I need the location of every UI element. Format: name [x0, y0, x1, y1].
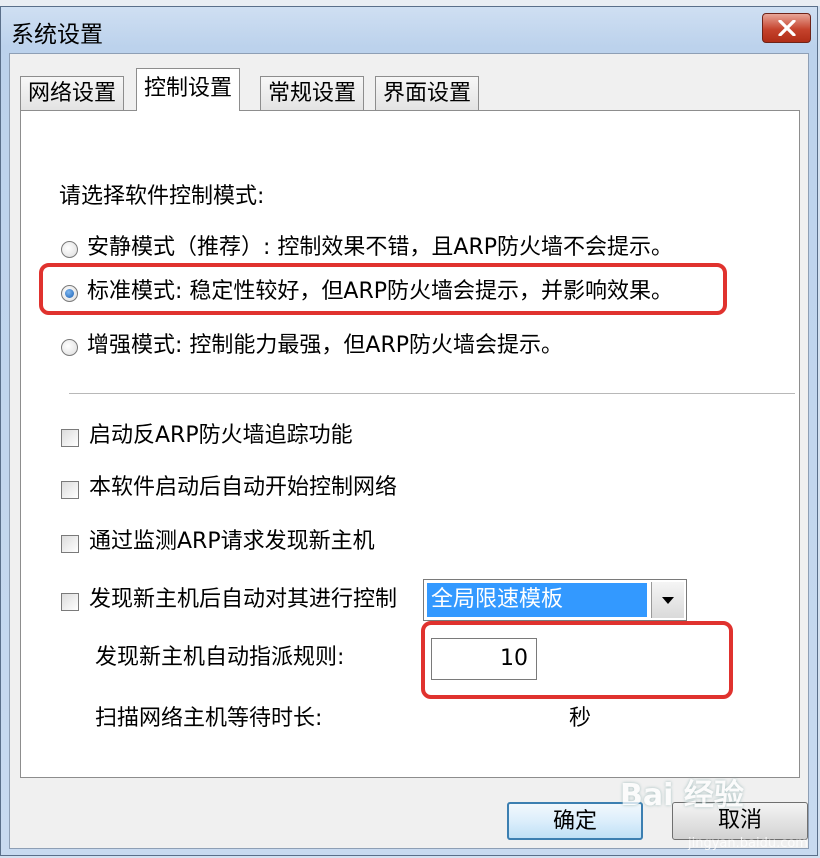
checkbox-auto-start-control-label[interactable]: 本软件启动后自动开始控制网络: [89, 474, 397, 502]
checkbox-anti-arp-tracking[interactable]: [61, 429, 79, 447]
radio-standard-mode-label[interactable]: 标准模式: 稳定性较好，但ARP防火墙会提示，并影响效果。: [87, 278, 673, 306]
settings-dialog: 系统设置 网络设置 控制设置 常规设置 界面设置 请选择软件控制模式: 安静模式…: [0, 6, 818, 856]
window-title: 系统设置: [11, 22, 103, 48]
tab-interface-settings[interactable]: 界面设置: [375, 76, 480, 110]
checkbox-arp-detect-hosts[interactable]: [61, 535, 79, 553]
tab-strip: 网络设置 控制设置 常规设置 界面设置: [20, 68, 800, 111]
baidu-watermark: Bai 经验: [620, 778, 744, 813]
title-bar[interactable]: 系统设置: [1, 7, 817, 53]
scan-wait-input[interactable]: 10: [431, 638, 537, 680]
radio-enhanced-mode-label[interactable]: 增强模式: 控制能力最强，但ARP防火墙会提示。: [87, 332, 563, 360]
checkbox-auto-control-new-hosts[interactable]: [61, 593, 79, 611]
tab-general-settings[interactable]: 常规设置: [260, 76, 365, 110]
control-settings-panel: 请选择软件控制模式: 安静模式（推荐）: 控制效果不错，且ARP防火墙不会提示。…: [20, 110, 800, 778]
radio-enhanced-mode[interactable]: [61, 339, 78, 356]
checkbox-auto-control-new-hosts-label[interactable]: 发现新主机后自动对其进行控制: [89, 586, 397, 614]
scan-wait-label: 扫描网络主机等待时长:: [95, 706, 323, 731]
checkbox-arp-detect-hosts-label[interactable]: 通过监测ARP请求发现新主机: [89, 528, 375, 556]
close-icon: [777, 20, 796, 36]
checkbox-auto-start-control[interactable]: [61, 481, 79, 499]
auto-assign-rule-value: 全局限速模板: [427, 583, 647, 617]
checkbox-anti-arp-tracking-label[interactable]: 启动反ARP防火墙追踪功能: [89, 422, 353, 450]
auto-assign-rule-label: 发现新主机自动指派规则:: [95, 645, 345, 670]
separator-line: [69, 393, 795, 395]
dropdown-arrow-button[interactable]: [651, 582, 684, 618]
radio-selected-dot: [65, 289, 74, 298]
chevron-down-icon: [662, 596, 674, 604]
tab-control-settings[interactable]: 控制设置: [136, 68, 241, 111]
auto-assign-rule-select[interactable]: 全局限速模板: [423, 579, 687, 621]
radio-quiet-mode[interactable]: [61, 241, 78, 258]
tab-network-settings[interactable]: 网络设置: [20, 76, 125, 110]
baidu-watermark-url: jingyan.baidu.com: [688, 836, 808, 851]
dialog-client-area: 网络设置 控制设置 常规设置 界面设置 请选择软件控制模式: 安静模式（推荐）:…: [9, 53, 809, 849]
radio-standard-mode[interactable]: [61, 285, 78, 302]
radio-quiet-mode-label[interactable]: 安静模式（推荐）: 控制效果不错，且ARP防火墙不会提示。: [87, 234, 673, 262]
mode-prompt-label: 请选择软件控制模式:: [59, 184, 265, 209]
scan-wait-unit: 秒: [569, 706, 592, 731]
close-button[interactable]: [762, 13, 811, 43]
